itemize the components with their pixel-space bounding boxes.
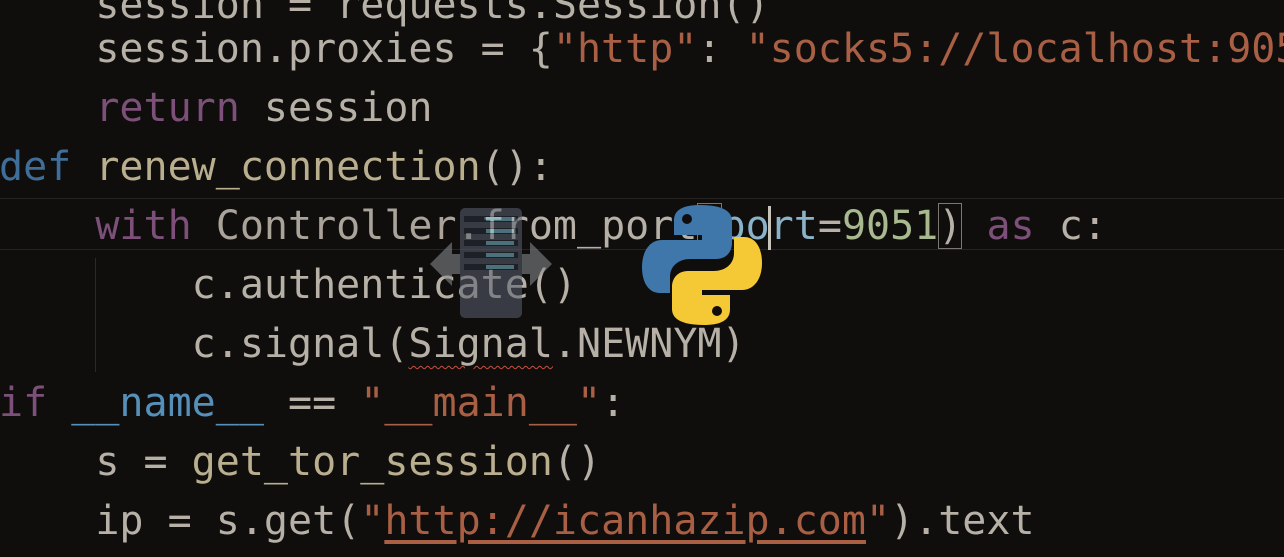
code-token: renew_connection [95,144,481,190]
code-token: Signal [408,321,553,367]
code-editor[interactable]: session = requests.Session() session.pro… [0,0,1284,557]
code-token: as [986,203,1035,249]
code-line[interactable]: c.signal(Signal.NEWNYM) [0,315,746,374]
code-token: with [95,203,192,249]
code-token: ).text [890,498,1035,544]
code-token: " [865,498,891,544]
code-token: s = [0,439,192,485]
code-line[interactable]: ip = s.get("http://icanhazip.com").text [0,492,1035,551]
code-token: (): [480,144,553,190]
code-line[interactable]: session.proxies = {"http": "socks5://loc… [0,20,1284,79]
code-token: () [552,439,602,485]
code-line[interactable]: if __name__ == "__main__": [0,374,625,433]
code-token: Controller [215,203,457,249]
code-token: def [0,144,72,190]
code-token: = [817,203,842,249]
code-token: http://icanhazip.com [384,498,866,544]
python-logo-icon [642,205,762,325]
server-arrows-icon [430,208,552,318]
code-token: "__main__" [360,380,602,426]
code-token: .NEWNYM) [552,321,746,367]
code-token: ip = s.get( [0,498,361,544]
code-token: session [239,85,433,131]
code-token: "http" [552,26,698,72]
code-token: rt [769,203,818,249]
code-token: : [601,380,626,426]
code-token: " [360,498,385,544]
code-token: if [0,380,48,426]
code-token: c.signal( [0,321,409,367]
code-line[interactable]: s = get_tor_session() [0,433,601,492]
code-token: session.proxies = { [0,26,553,72]
code-token: 9051 [841,203,939,249]
code-token: __name__ [71,380,264,426]
code-token: return [95,85,240,131]
code-token: c: [1034,203,1107,249]
code-token: == [263,380,361,426]
code-token: get_tor_session [191,439,553,485]
code-token: ) [938,203,963,249]
code-token: : [697,26,746,72]
code-token: "socks5://localhost:9050" [745,26,1284,72]
code-line[interactable]: def renew_connection(): [0,138,553,197]
code-line[interactable]: return session [0,79,432,138]
